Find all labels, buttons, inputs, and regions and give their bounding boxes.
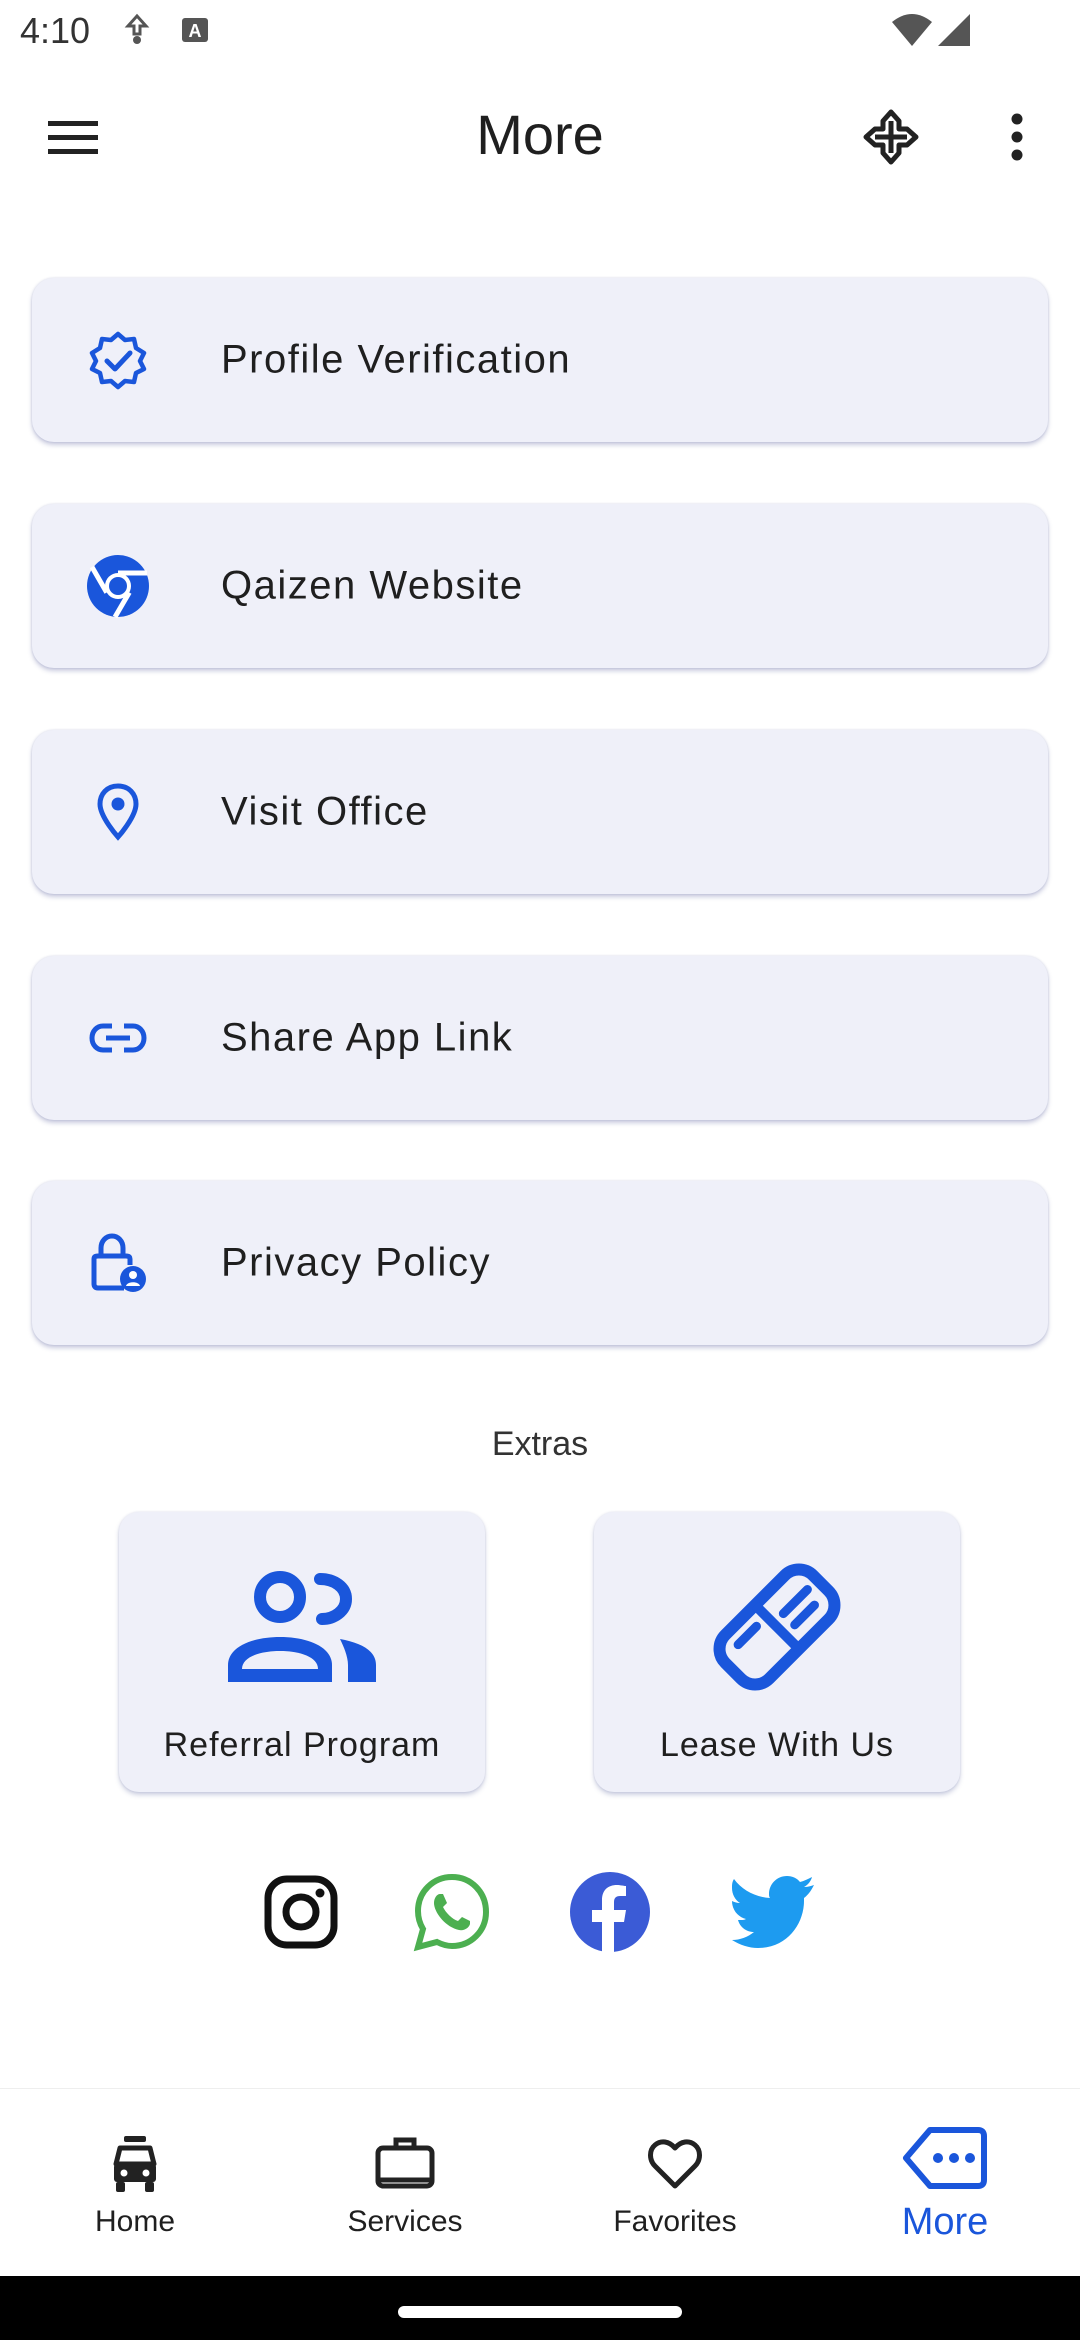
nav-home[interactable]: Home	[0, 2089, 270, 2277]
nav-label: Services	[347, 2205, 463, 2238]
menu-item-label: Privacy Policy	[221, 1240, 491, 1285]
signal-icon	[936, 12, 972, 53]
heart-icon	[630, 2129, 720, 2199]
nav-favorites[interactable]: Favorites	[540, 2089, 810, 2277]
whatsapp-icon[interactable]	[408, 1868, 496, 1956]
snowflake-button[interactable]	[846, 92, 936, 182]
instagram-icon[interactable]	[257, 1868, 345, 1956]
overflow-menu-button[interactable]	[972, 92, 1062, 182]
menu-item-share-app-link[interactable]: Share App Link	[32, 956, 1048, 1120]
gesture-bar	[0, 2276, 1080, 2340]
more-vert-icon	[1011, 113, 1023, 161]
menu-item-label: Share App Link	[221, 1015, 514, 1060]
menu-item-label: Qaizen Website	[221, 563, 524, 608]
nav-label: Favorites	[613, 2205, 737, 2238]
home-gesture-handle[interactable]	[398, 2306, 682, 2318]
menu-item-profile-verification[interactable]: Profile Verification	[32, 278, 1048, 442]
wifi-icon	[890, 12, 934, 53]
keyboard-a-icon: A	[180, 12, 210, 53]
bottom-navigation: Home Services Favorites More	[0, 2088, 1080, 2277]
menu-item-label: Visit Office	[221, 789, 429, 834]
people-icon	[217, 1552, 387, 1702]
chrome-icon	[85, 553, 151, 619]
status-bar: 4:10 A	[0, 0, 1080, 66]
nav-label: Home	[94, 2205, 176, 2238]
handshake-icon	[692, 1552, 862, 1702]
extra-label: Referral Program	[163, 1726, 441, 1764]
svg-text:A: A	[189, 21, 202, 41]
extra-lease-with-us[interactable]: Lease With Us	[594, 1512, 960, 1792]
nav-services[interactable]: Services	[270, 2089, 540, 2277]
verified-badge-icon	[85, 327, 151, 393]
menu-item-privacy-policy[interactable]: Privacy Policy	[32, 1181, 1048, 1345]
more-chat-icon	[900, 2123, 990, 2193]
location-pin-icon	[85, 779, 151, 845]
twitter-icon[interactable]	[730, 1868, 818, 1956]
nav-more[interactable]: More	[810, 2089, 1080, 2277]
extra-label: Lease With Us	[659, 1726, 895, 1764]
extra-referral-program[interactable]: Referral Program	[119, 1512, 485, 1792]
menu-item-label: Profile Verification	[221, 337, 572, 382]
facebook-icon[interactable]	[566, 1868, 654, 1956]
nav-label: More	[901, 2201, 989, 2243]
data-saver-icon	[122, 12, 152, 53]
app-bar: More	[0, 66, 1080, 208]
menu-item-qaizen-website[interactable]: Qaizen Website	[32, 504, 1048, 668]
snowflake-icon	[863, 109, 919, 165]
extras-heading: Extras	[491, 1425, 589, 1463]
lock-person-icon	[85, 1230, 151, 1296]
car-icon	[90, 2129, 180, 2199]
briefcase-icon	[360, 2129, 450, 2199]
status-time: 4:10	[20, 10, 91, 51]
menu-item-visit-office[interactable]: Visit Office	[32, 730, 1048, 894]
link-icon	[85, 1005, 151, 1071]
